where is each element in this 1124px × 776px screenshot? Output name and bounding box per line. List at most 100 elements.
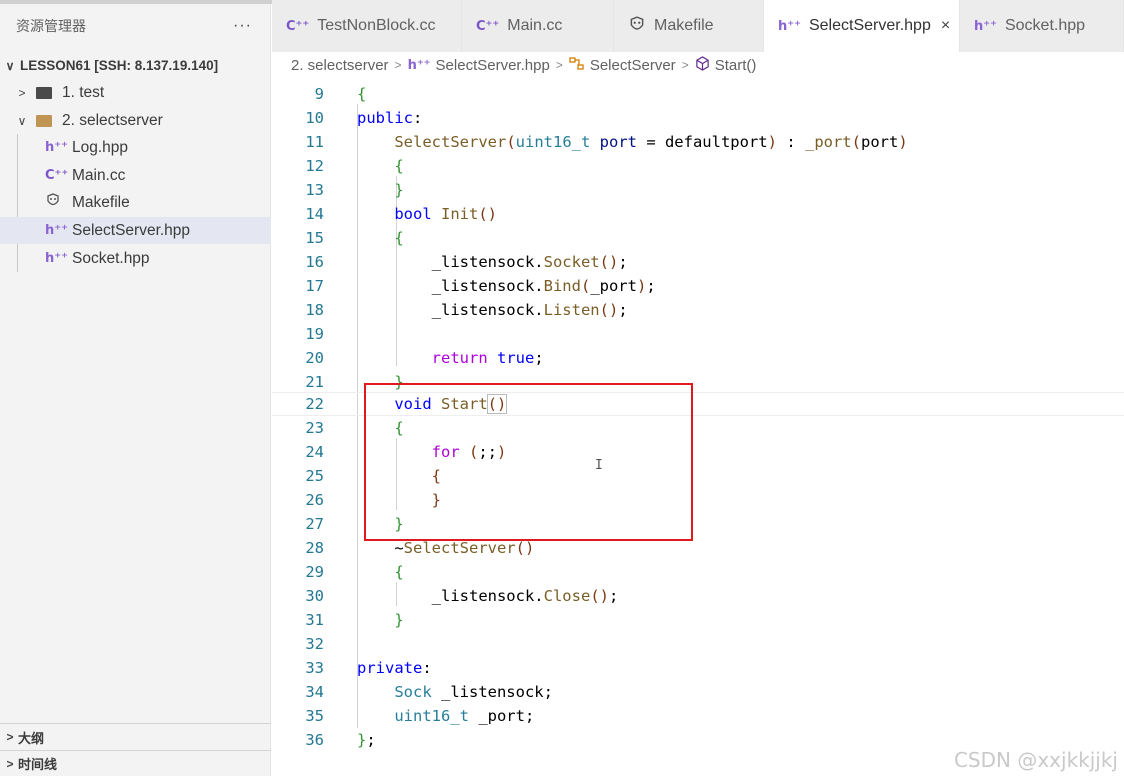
line-number: 9 — [314, 85, 324, 103]
chevron-right-icon: > — [394, 58, 402, 72]
explorer-sidebar: 资源管理器 ··· ∨ LESSON61 [SSH: 8.137.19.140]… — [0, 0, 271, 776]
tab-testnonblock-cc[interactable]: C⁺⁺ TestNonBlock.cc — [272, 0, 462, 52]
code-line: 20 return true; — [272, 346, 1124, 370]
sidebar-item-label: SelectServer.hpp — [72, 221, 191, 239]
line-number: 36 — [305, 731, 324, 749]
folder-open-icon — [36, 114, 52, 127]
code-line: 35 uint16_t _port; — [272, 704, 1124, 728]
chevron-down-icon: ∨ — [17, 113, 27, 128]
code-text: ~SelectServer() — [357, 539, 535, 557]
sidebar-item-label: Socket.hpp — [72, 249, 150, 267]
code-text: { — [431, 467, 441, 485]
code-text: { — [394, 229, 404, 247]
breadcrumb-method[interactable]: Start() — [715, 57, 757, 74]
code-line: 17 _listensock.Bind(_port); — [272, 274, 1124, 298]
watermark: CSDN @xxjkkjjkj — [953, 748, 1118, 772]
tab-label: TestNonBlock.cc — [317, 17, 436, 34]
tab-socket-hpp[interactable]: h⁺⁺ Socket.hpp — [960, 0, 1124, 52]
breadcrumb-file[interactable]: SelectServer.hpp — [436, 57, 550, 74]
tab-label: Main.cc — [507, 17, 563, 34]
hpp-file-icon: h⁺⁺ — [45, 140, 68, 155]
line-number: 26 — [305, 491, 324, 509]
workspace-root[interactable]: ∨ LESSON61 [SSH: 8.137.19.140] — [0, 52, 271, 79]
sidebar-item-selectserver-folder[interactable]: ∨ 2. selectserver — [0, 107, 271, 134]
code-line: 19 — [272, 322, 1124, 346]
code-text: _listensock.Socket(); — [357, 253, 628, 271]
line-number: 33 — [305, 659, 324, 677]
tab-label: SelectServer.hpp — [808, 17, 931, 34]
code-text: Sock _listensock; — [394, 683, 553, 701]
code-text: { — [394, 563, 404, 581]
line-number: 31 — [305, 611, 324, 629]
breadcrumb: 2. selectserver > h⁺⁺ SelectServer.hpp >… — [272, 52, 1124, 78]
cpp-file-icon: C⁺⁺ — [476, 18, 500, 34]
code-line-current: 22 void Start() — [272, 392, 1124, 416]
line-number: 18 — [305, 301, 324, 319]
code-line: 33 private: — [272, 656, 1124, 680]
sidebar-item-log-hpp[interactable]: h⁺⁺ Log.hpp — [0, 134, 271, 161]
tab-main-cc[interactable]: C⁺⁺ Main.cc — [462, 0, 614, 52]
sidebar-item-socket-hpp[interactable]: h⁺⁺ Socket.hpp — [0, 245, 271, 272]
code-line: 23 { — [272, 416, 1124, 440]
code-editor[interactable]: 9{ 10 public: 11 SelectServer(uint16_t po… — [272, 80, 1124, 776]
timeline-section[interactable]: > 时间线 — [0, 750, 271, 776]
sidebar-item-makefile[interactable]: Makefile — [0, 189, 271, 216]
line-number: 29 — [305, 563, 324, 581]
sidebar-item-label: Main.cc — [72, 166, 126, 184]
code-line: 13 } — [272, 178, 1124, 202]
code-line: 24 for (;;) — [272, 440, 1124, 464]
code-line: 27 } — [272, 512, 1124, 536]
line-number: 27 — [305, 515, 324, 533]
code-line: 12 { — [272, 154, 1124, 178]
line-number: 10 — [305, 109, 324, 127]
line-number: 24 — [305, 443, 324, 461]
sidebar-item-label: Makefile — [72, 193, 130, 211]
code-line: 10 public: — [272, 106, 1124, 130]
sidebar-item-selectserver-hpp[interactable]: h⁺⁺ SelectServer.hpp — [0, 217, 271, 244]
code-text: _listensock.Close(); — [357, 587, 619, 605]
code-line: 34 Sock _listensock; — [272, 680, 1124, 704]
line-number: 30 — [305, 587, 324, 605]
method-symbol-glyph — [695, 56, 709, 71]
line-number: 13 — [305, 181, 324, 199]
tab-selectserver-hpp[interactable]: h⁺⁺ SelectServer.hpp × — [764, 0, 960, 52]
code-line: 16 _listensock.Socket(); — [272, 250, 1124, 274]
outline-section[interactable]: > 大纲 — [0, 723, 271, 750]
line-number: 21 — [305, 373, 324, 391]
sidebar-item-test-folder[interactable]: > 1. test — [0, 79, 271, 106]
code-line: 30 _listensock.Close(); — [272, 584, 1124, 608]
timeline-label: 时间线 — [18, 757, 58, 772]
code-text: } — [394, 611, 404, 629]
code-text: _listensock.Bind(_port); — [357, 277, 656, 295]
code-text: } — [394, 515, 404, 533]
line-number: 12 — [305, 157, 324, 175]
cpp-file-icon: C⁺⁺ — [45, 168, 69, 183]
hpp-file-icon: h⁺⁺ — [45, 251, 68, 266]
tab-makefile[interactable]: Makefile — [614, 0, 764, 52]
sidebar-item-label: 2. selectserver — [62, 111, 163, 129]
line-number: 25 — [305, 467, 324, 485]
more-actions-icon[interactable]: ··· — [233, 17, 252, 35]
code-line: 29 { — [272, 560, 1124, 584]
code-text: private: — [357, 659, 432, 677]
chevron-down-icon: ∨ — [5, 58, 15, 73]
line-number: 17 — [305, 277, 324, 295]
chevron-right-icon: > — [6, 756, 14, 771]
code-text: _listensock.Listen(); — [357, 301, 628, 319]
code-line: 32 — [272, 632, 1124, 656]
makefile-icon — [628, 15, 646, 37]
text-cursor-icon: I — [595, 458, 603, 473]
workspace-label: LESSON61 [SSH: 8.137.19.140] — [20, 58, 219, 73]
close-icon[interactable]: × — [941, 17, 950, 35]
chevron-right-icon: > — [681, 58, 689, 72]
code-line: 25 { — [272, 464, 1124, 488]
breadcrumb-folder[interactable]: 2. selectserver — [291, 57, 389, 74]
code-text: uint16_t _port; — [394, 707, 535, 725]
breadcrumb-class[interactable]: SelectServer — [590, 57, 676, 74]
sidebar-item-label: 1. test — [62, 83, 105, 101]
line-number: 22 — [305, 395, 324, 413]
sidebar-item-main-cc[interactable]: C⁺⁺ Main.cc — [0, 162, 271, 189]
class-symbol-icon — [569, 56, 585, 74]
outline-label: 大纲 — [18, 730, 45, 746]
code-text: } — [431, 491, 441, 509]
